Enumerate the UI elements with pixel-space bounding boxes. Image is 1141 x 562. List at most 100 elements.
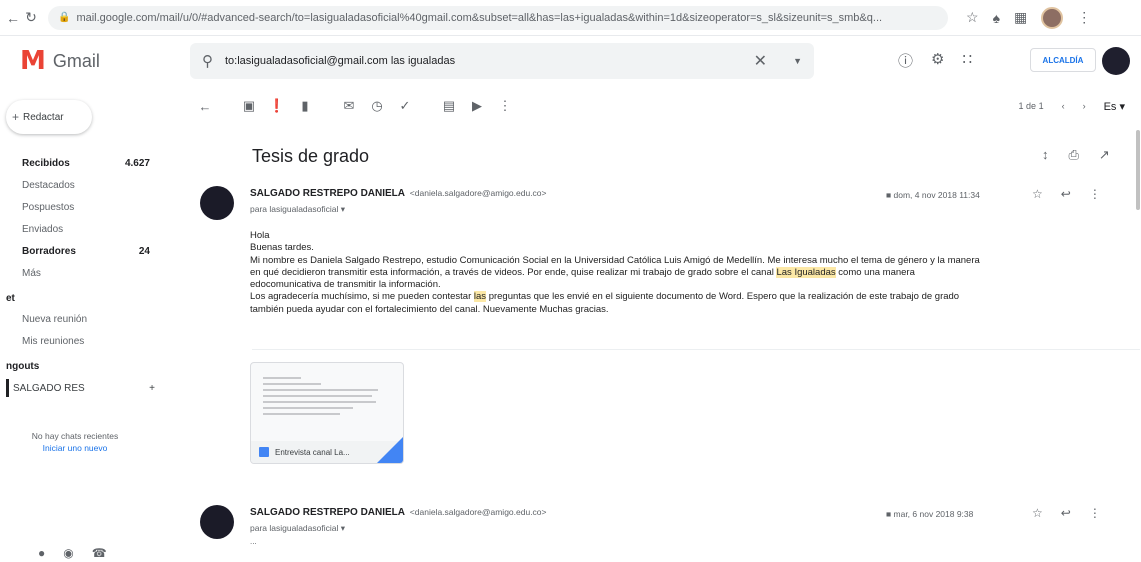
address-bar[interactable]: 🔒 mail.google.com/mail/u/0/#advanced-sea…: [48, 5, 948, 30]
attachment-preview: [263, 373, 391, 443]
sidebar-item-recibidos[interactable]: Recibidos 4.627: [0, 152, 185, 174]
sender-name[interactable]: SALGADO RESTREPO DANIELA: [250, 188, 405, 199]
folder-label: Enviados: [22, 223, 64, 235]
settings-gear-icon[interactable]: ⚙: [931, 50, 944, 71]
search-icon[interactable]: ⚲: [202, 52, 213, 70]
organization-logo[interactable]: ALCALDÍA: [1030, 48, 1096, 72]
recipient-text: para lasigualadasoficial: [250, 204, 339, 214]
message-toolbar: ← ▣ ❗ ▮ ✉ ◷ ✓ ▤ ▶ ⋮ 1 de 1 ‹ › Es ▾: [185, 86, 1141, 126]
sidebar-item-borradores[interactable]: Borradores 24: [0, 240, 185, 262]
body-line: Los agradecería muchísimo, si me pueden …: [250, 291, 1110, 303]
body-text: preguntas que les envié en el siguiente …: [488, 291, 960, 303]
body-text: Los agradecería muchísimo, si me pueden …: [250, 291, 472, 303]
hangouts-user[interactable]: SALGADO RES +: [0, 376, 185, 400]
no-chats-text: No hay chats recientes: [31, 431, 119, 441]
label-icon[interactable]: ▶: [463, 98, 491, 114]
hangouts-user-name: SALGADO RES: [13, 382, 85, 394]
gmail-logo[interactable]: M Gmail: [20, 46, 180, 76]
folder-count: 24: [138, 245, 150, 257]
sidebar-item-destacados[interactable]: Destacados: [0, 174, 185, 196]
back-arrow-icon[interactable]: ←: [4, 10, 22, 26]
phone-icon[interactable]: ☎: [92, 546, 107, 560]
open-new-window-icon[interactable]: ↗: [1099, 147, 1110, 163]
extension-icon[interactable]: ♠: [993, 10, 1000, 26]
sender-name[interactable]: SALGADO RESTREPO DANIELA: [250, 507, 405, 518]
body-line: Mi nombre es Daniela Salgado Restrepo, e…: [250, 254, 980, 266]
expand-all-icon[interactable]: ↕: [1042, 147, 1049, 163]
sidebar: + Redactar Recibidos 4.627 Destacados Po…: [0, 86, 185, 562]
message-more-icon[interactable]: ⋮: [1089, 187, 1101, 201]
message-date: dom, 4 nov 2018 11:34: [893, 190, 980, 200]
star-icon[interactable]: ☆: [966, 9, 979, 26]
back-to-list-icon[interactable]: ←: [191, 99, 219, 114]
add-chat-icon[interactable]: +: [149, 383, 155, 394]
attachment-date: ■ mar, 6 nov 2018 9:38: [886, 509, 973, 519]
reply-icon[interactable]: ↩: [1061, 187, 1071, 201]
message-more-icon[interactable]: ⋮: [1089, 506, 1101, 520]
lock-icon: 🔒: [58, 12, 71, 23]
star-message-icon[interactable]: ☆: [1032, 506, 1043, 520]
recipient-text: para lasigualadasoficial: [250, 523, 339, 533]
sidebar-item-pospuestos[interactable]: Pospuestos: [0, 196, 185, 218]
profile-avatar[interactable]: [1041, 6, 1064, 29]
recipient-line[interactable]: para lasigualadasoficial ▾: [250, 523, 345, 534]
no-chats-message: No hay chats recientes Iniciar uno nuevo: [0, 430, 150, 454]
person-icon[interactable]: ●: [38, 546, 45, 560]
divider: [252, 349, 1140, 350]
sidebar-item-enviados[interactable]: Enviados: [0, 218, 185, 240]
folder-list: Recibidos 4.627 Destacados Pospuestos En…: [0, 152, 185, 284]
body-text: como una manera: [838, 266, 915, 278]
folder-label: Destacados: [22, 179, 75, 191]
input-language-button[interactable]: Es ▾: [1104, 100, 1125, 113]
body-line: edocomunicativa de transmitir la informa…: [250, 279, 441, 291]
print-icon[interactable]: ⎙: [1069, 147, 1079, 163]
search-options-icon[interactable]: ▼: [793, 56, 802, 66]
mark-unread-icon[interactable]: ✉: [335, 98, 363, 114]
sender-avatar[interactable]: [200, 505, 234, 539]
scrollbar[interactable]: [1136, 130, 1140, 210]
star-message-icon[interactable]: ☆: [1032, 187, 1043, 201]
reply-icon[interactable]: ↩: [1061, 506, 1071, 520]
help-icon[interactable]: ⓘ: [898, 50, 913, 71]
gmail-header: M Gmail ⚲ to:lasigualadasoficial@gmail.c…: [0, 36, 1141, 86]
puzzle-icon[interactable]: ▦: [1014, 9, 1027, 26]
compose-button[interactable]: + Redactar: [6, 100, 92, 134]
sender-email: <daniela.salgadore@amigo.edu.co>: [409, 188, 547, 198]
app-name: Gmail: [52, 50, 100, 71]
archive-icon[interactable]: ▣: [235, 98, 263, 114]
attachment-card[interactable]: Entrevista canal La...: [250, 362, 404, 464]
attachment-date: ■ dom, 4 nov 2018 11:34: [886, 190, 980, 200]
delete-icon[interactable]: ▮: [291, 98, 319, 114]
prev-page-icon[interactable]: ‹: [1062, 101, 1065, 111]
search-highlight: Las Igualadas: [776, 266, 836, 278]
folder-label: Borradores: [22, 245, 76, 257]
sender-line: SALGADO RESTREPO DANIELA <daniela.salgad…: [250, 507, 547, 518]
my-meetings-link[interactable]: Mis reuniones: [0, 330, 185, 352]
search-input[interactable]: to:lasigualadasoficial@gmail.com las igu…: [225, 55, 754, 67]
account-avatar[interactable]: [1102, 47, 1130, 75]
body-text: en qué decidieron transmitir esta inform…: [250, 266, 774, 278]
folder-label: Recibidos: [22, 157, 70, 169]
compose-plus-icon: +: [12, 110, 20, 124]
clear-search-icon[interactable]: ✕: [754, 51, 767, 71]
docs-icon: [259, 447, 269, 457]
report-spam-icon[interactable]: ❗: [263, 98, 291, 114]
reload-icon[interactable]: ↻: [22, 9, 40, 26]
chat-bubble-icon[interactable]: ◉: [63, 546, 73, 560]
more-options-icon[interactable]: ⋮: [491, 98, 519, 114]
sender-avatar[interactable]: [200, 186, 234, 220]
search-bar[interactable]: ⚲ to:lasigualadasoficial@gmail.com las i…: [190, 43, 814, 79]
sidebar-item-mas[interactable]: Más: [0, 262, 185, 284]
next-page-icon[interactable]: ›: [1083, 101, 1086, 111]
new-meeting-link[interactable]: Nueva reunión: [0, 308, 185, 330]
message-snippet: ...: [250, 537, 257, 546]
message-2[interactable]: SALGADO RESTREPO DANIELA <daniela.salgad…: [200, 505, 1120, 555]
snooze-icon[interactable]: ◷: [363, 98, 391, 114]
apps-grid-icon[interactable]: ∷: [962, 50, 972, 71]
start-chat-link[interactable]: Iniciar uno nuevo: [0, 442, 150, 454]
body-line: también pueda ayudar con el fortalecimie…: [250, 303, 609, 315]
recipient-line[interactable]: para lasigualadasoficial ▾: [250, 204, 345, 215]
add-to-tasks-icon[interactable]: ✓: [391, 98, 419, 114]
browser-menu-icon[interactable]: ⋮: [1077, 9, 1091, 26]
move-to-icon[interactable]: ▤: [435, 98, 463, 114]
